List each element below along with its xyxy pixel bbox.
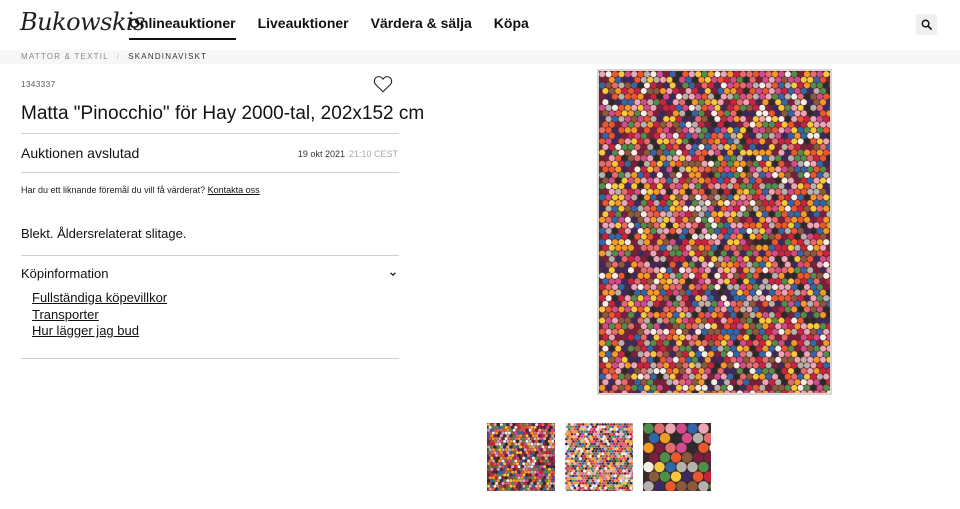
rug-image [599,71,830,393]
purchase-info-heading: Köpinformation [21,266,109,281]
main-nav: Onlineauktioner Liveauktioner Värdera & … [129,15,529,40]
search-button[interactable] [916,14,937,35]
lot-title: Matta "Pinocchio" för Hay 2000-tal, 202x… [21,103,425,124]
divider [21,358,399,359]
purchase-info-links: Fullständiga köpevillkor Transporter Hur… [32,290,167,339]
divider [21,133,399,134]
breadcrumb-item-mattor-textil[interactable]: MATTOR & TEXTIL [21,52,109,61]
thumbnail-3[interactable] [643,423,711,491]
bukowskis-logo[interactable]: Bukowskis [20,8,145,36]
main-product-image[interactable] [597,69,832,395]
breadcrumb-item-skandinaviskt[interactable]: SKANDINAVISKT [128,52,207,61]
site-header: Bukowskis Onlineauktioner Liveauktioner … [0,0,960,50]
valuation-text: Har du ett liknande föremål du vill få v… [21,185,206,195]
thumbnail-image [565,423,633,491]
contact-link[interactable]: Kontakta oss [208,185,260,195]
condition-report: Blekt. Åldersrelaterat slitage. [21,226,187,241]
breadcrumb: MATTOR & TEXTIL / SKANDINAVISKT [21,52,207,61]
thumbnail-image [643,423,711,491]
divider [21,172,399,173]
nav-kopa[interactable]: Köpa [494,15,529,40]
purchase-info-toggle[interactable]: Köpinformation [21,266,399,281]
breadcrumb-separator: / [116,52,121,61]
thumbnail-1[interactable] [487,423,555,491]
nav-liveauktioner[interactable]: Liveauktioner [258,15,349,40]
nav-onlineauktioner[interactable]: Onlineauktioner [129,15,236,40]
terms-link[interactable]: Fullständiga köpevillkor [32,290,167,306]
thumbnail-image [487,423,555,491]
auction-status: Auktionen avslutad [21,145,140,161]
nav-vardera-salja[interactable]: Värdera & sälja [371,15,472,40]
divider [21,255,399,256]
thumbnail-2[interactable] [565,423,633,491]
auction-end-date: 19 okt 2021 21:10 CEST [298,149,398,159]
transport-link[interactable]: Transporter [32,307,167,323]
how-to-bid-link[interactable]: Hur lägger jag bud [32,323,167,339]
end-date: 19 okt 2021 [297,149,345,159]
valuation-prompt: Har du ett liknande föremål du vill få v… [21,185,260,195]
end-time: 21:10 CEST [348,149,398,159]
heart-icon[interactable] [373,75,393,93]
chevron-down-icon[interactable] [389,270,397,278]
search-icon [921,19,932,30]
lot-number: 1343337 [21,80,56,89]
